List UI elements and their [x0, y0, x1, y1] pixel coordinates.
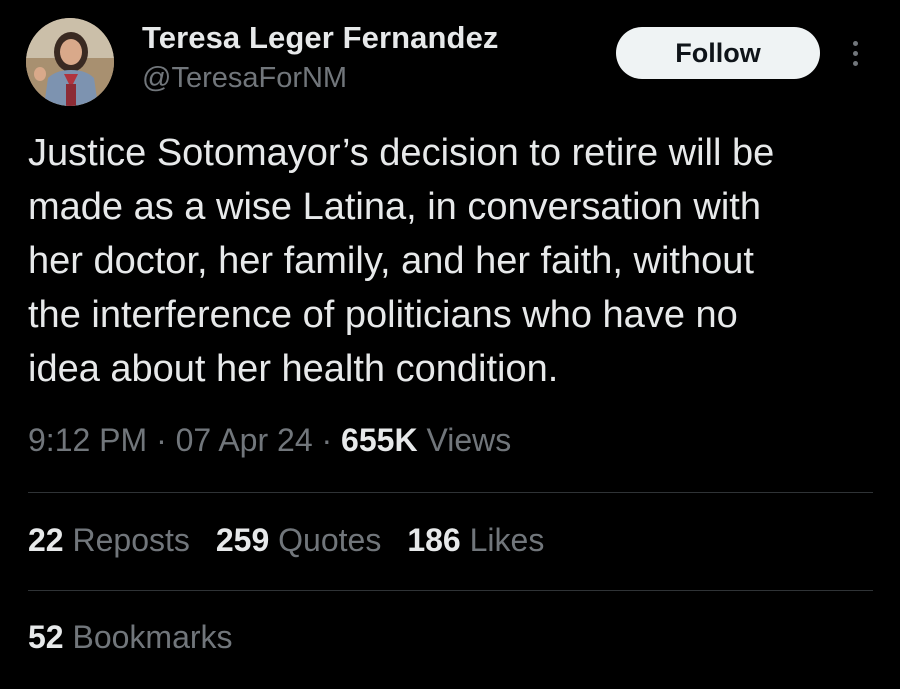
reposts-label: Reposts: [63, 522, 190, 558]
tweet-text: Justice Sotomayor’s decision to retire w…: [28, 132, 775, 390]
more-options-button[interactable]: [838, 33, 872, 73]
bookmarks-stat[interactable]: 52 Bookmarks: [28, 619, 233, 656]
likes-count: 186: [407, 522, 461, 558]
views-count: 655K: [341, 422, 418, 458]
tweet-date[interactable]: 07 Apr 24: [176, 422, 313, 458]
more-vertical-icon: [852, 40, 858, 46]
reposts-count: 22: [28, 522, 64, 558]
author-name[interactable]: Teresa Leger Fernandez: [142, 20, 499, 56]
more-vertical-icon-dot: [852, 60, 858, 66]
quotes-count: 259: [215, 522, 270, 558]
quotes-label: Quotes: [269, 522, 382, 558]
likes-stat[interactable]: 186 Likes: [407, 522, 544, 559]
more-vertical-icon-dot: [852, 50, 858, 56]
bookmarks-label: Bookmarks: [63, 619, 233, 655]
tweet-detail: Teresa Leger Fernandez @TeresaForNM Foll…: [0, 0, 900, 689]
divider: [28, 590, 873, 591]
likes-label: Likes: [460, 522, 545, 558]
quotes-stat[interactable]: 259 Quotes: [216, 522, 381, 559]
meta-separator: ·: [147, 422, 176, 458]
follow-button[interactable]: Follow: [616, 27, 820, 79]
author-handle[interactable]: @TeresaForNM: [142, 62, 347, 95]
tweet-time[interactable]: 9:12 PM: [28, 422, 147, 458]
bookmarks-count: 52: [28, 619, 64, 655]
tweet-meta: 9:12 PM · 07 Apr 24 · 655K Views: [28, 422, 511, 459]
meta-separator: ·: [312, 422, 342, 458]
engagement-stats: 22 Reposts 259 Quotes 186 Likes: [28, 522, 570, 559]
reposts-stat[interactable]: 22 Reposts: [28, 522, 190, 559]
divider: [28, 492, 873, 493]
avatar[interactable]: [26, 18, 114, 106]
views-label: Views: [417, 422, 512, 458]
profile-photo: [26, 18, 114, 106]
